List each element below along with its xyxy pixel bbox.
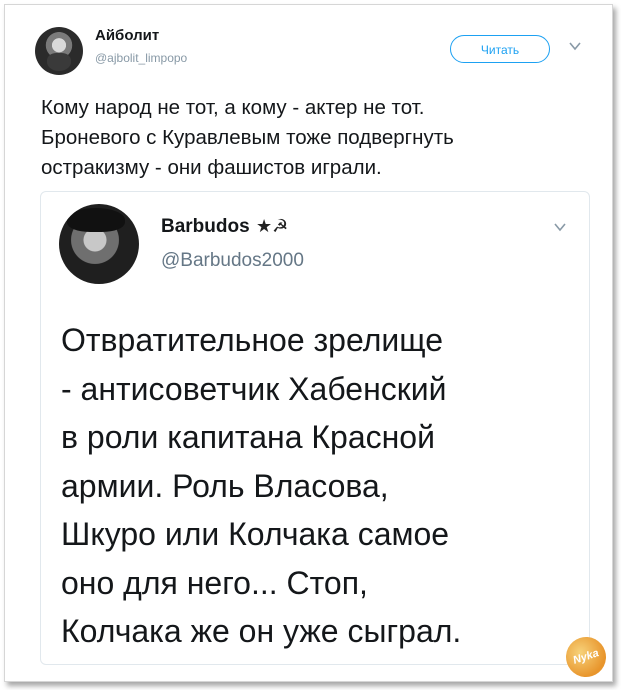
quoted-author-avatar[interactable] [59, 204, 139, 284]
quoted-author-name[interactable]: Barbudos [161, 216, 250, 238]
tweet-text: Кому народ не тот, а кому - актер не тот… [41, 96, 454, 179]
avatar-beret-shape [67, 208, 125, 232]
screenshot-frame: Айболит @ajbolit_limpopo Читать Кому нар… [4, 4, 613, 683]
avatar-beard-shape [47, 53, 71, 71]
quoted-author-handle[interactable]: @Barbudos2000 [161, 250, 304, 272]
chevron-down-icon[interactable] [568, 39, 582, 53]
quoted-tweet-card[interactable]: Barbudos ★☭ @Barbudos2000 Отвратительное… [40, 191, 590, 665]
author-name[interactable]: Айболит [95, 27, 159, 44]
follow-button[interactable]: Читать [450, 35, 550, 63]
author-avatar[interactable] [35, 27, 83, 75]
quoted-author-badge: ★☭ [256, 216, 289, 236]
chevron-down-icon[interactable] [553, 220, 567, 234]
quoted-tweet-text: Отвратительное зрелище - антисоветчик Ха… [61, 322, 462, 649]
author-handle[interactable]: @ajbolit_limpopo [95, 51, 187, 65]
